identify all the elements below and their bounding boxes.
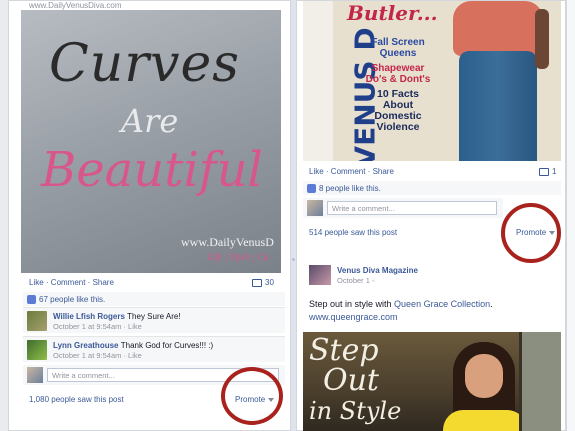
right-column: VENUS D Butler... Fall Screen Queens Sha…	[296, 0, 566, 431]
comment-item: Willie Lfish Rogers They Sure Are! Octob…	[23, 307, 285, 333]
comment-bubble-icon	[539, 167, 549, 176]
page-name[interactable]: Venus Diva Magazine	[337, 266, 418, 275]
timeline-dot	[292, 258, 295, 261]
headline-4: Do's & Dont's	[365, 74, 431, 85]
thumbs-up-icon	[27, 294, 36, 304]
right-sidebar-edge	[566, 0, 575, 431]
likes-text: 8 people like this.	[319, 183, 381, 193]
cover-model-top	[453, 1, 543, 56]
cover-model-arm	[535, 9, 549, 69]
thumbs-up-icon	[307, 183, 316, 193]
comment-item: Lynn Greathouse Thank God for Curves!!! …	[23, 336, 285, 362]
post-text: Step out in style with Queen Grace Colle…	[309, 298, 493, 324]
comment-text: They Sure Are!	[127, 312, 181, 321]
page-avatar[interactable]	[309, 265, 331, 285]
left-post-card: www.DailyVenusDiva.com Curves Are Beauti…	[8, 0, 291, 431]
user-avatar	[307, 200, 323, 216]
globe-icon: ◦	[372, 276, 375, 285]
comment-meta: October 1 at 9:54am · Like	[53, 351, 142, 360]
post-actions[interactable]: Like · Comment · Share	[29, 278, 114, 287]
comment-count[interactable]: 30	[252, 278, 274, 287]
cover-headlines: Fall Screen Queens Shapewear Do's & Dont…	[353, 37, 443, 133]
comment-text: Thank God for Curves!!! :)	[120, 341, 214, 350]
background-window	[519, 332, 561, 431]
image-line-1: Step	[309, 333, 379, 368]
write-comment-input[interactable]: Write a comment...	[327, 201, 497, 215]
post-reach[interactable]: 1,080 people saw this post	[29, 395, 124, 404]
post-text-suffix: .	[490, 299, 493, 309]
comment-bubble-icon	[252, 278, 262, 287]
headline-2: Queens	[379, 48, 417, 59]
commenter-name[interactable]: Lynn Greathouse Thank God for Curves!!! …	[53, 341, 213, 350]
comment-count-value: 30	[265, 278, 274, 287]
headline-3: Shapewear	[371, 63, 425, 74]
image-line-2: Out	[323, 363, 379, 398]
post-actions[interactable]: Like · Comment · Share	[309, 167, 394, 176]
comment-count[interactable]: 1	[539, 167, 556, 176]
user-avatar	[27, 367, 43, 383]
image-tagline: Life | Style | Cu	[207, 252, 270, 263]
highlight-circle	[221, 367, 283, 425]
image-line-3: in Style	[309, 397, 402, 425]
likes-summary[interactable]: 8 people like this.	[303, 181, 561, 195]
post-url-link[interactable]: www.queengrace.com	[309, 312, 398, 322]
write-comment-row: Write a comment...	[303, 198, 503, 218]
headline-1: Fall Screen	[371, 37, 425, 48]
cover-model-pants	[459, 51, 537, 161]
curves-beautiful-image[interactable]: Curves Are Beautiful www.DailyVenusD Lif…	[21, 10, 281, 273]
step-out-in-style-image[interactable]: Step Out in Style	[303, 332, 561, 431]
model-yellow-top	[443, 410, 527, 431]
commenter-avatar[interactable]	[27, 311, 47, 331]
commenter-avatar[interactable]	[27, 340, 47, 360]
image-url-caption: www.DailyVenusDiva.com	[29, 1, 122, 10]
cover-side-band	[303, 1, 333, 161]
likes-summary[interactable]: 67 people like this.	[23, 292, 285, 306]
image-text-are: Are	[121, 102, 179, 140]
image-text-curves: Curves	[49, 34, 240, 94]
post-text-prefix: Step out in style with	[309, 299, 395, 309]
model-face	[465, 354, 503, 398]
comment-meta: October 1 at 9:54am · Like	[53, 322, 142, 331]
comment-count-value: 1	[552, 167, 557, 176]
image-headline: Step Out in Style	[309, 336, 401, 426]
likes-text: 67 people like this.	[39, 294, 106, 304]
magazine-cover-image[interactable]: VENUS D Butler... Fall Screen Queens Sha…	[303, 1, 561, 161]
image-text-beautiful: Beautiful	[41, 142, 263, 198]
post-text-link[interactable]: Queen Grace Collection	[394, 299, 490, 309]
highlight-circle	[501, 203, 561, 263]
headline-8: Violence	[376, 121, 420, 133]
commenter-name[interactable]: Willie Lfish Rogers They Sure Are!	[53, 312, 181, 321]
post-date[interactable]: October 1 ◦	[337, 276, 375, 285]
image-site-watermark: www.DailyVenusD	[181, 235, 274, 249]
cover-title: Butler...	[347, 1, 438, 25]
post-reach[interactable]: 514 people saw this post	[309, 228, 397, 237]
